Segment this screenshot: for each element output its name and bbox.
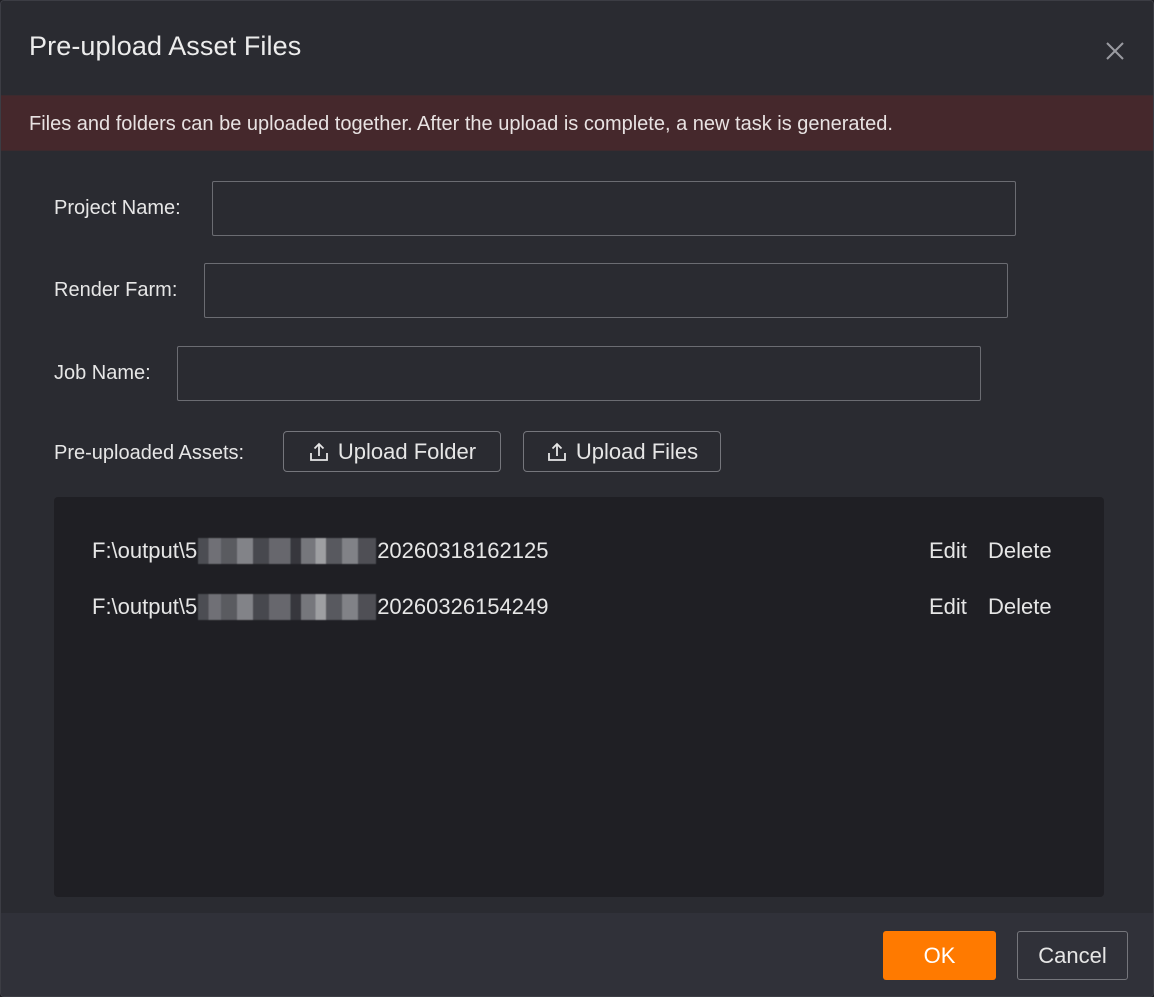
asset-row: F:\output\5 20260318162125 Edit Delete: [54, 538, 1104, 570]
delete-link[interactable]: Delete: [988, 594, 1052, 620]
asset-path: F:\output\5 20260326154249: [92, 594, 548, 620]
render-farm-label: Render Farm:: [54, 279, 178, 301]
render-farm-input[interactable]: [204, 263, 1008, 318]
pre-uploaded-assets-label: Pre-uploaded Assets:: [54, 442, 245, 464]
dialog-title: Pre-upload Asset Files: [29, 31, 302, 61]
upload-folder-button[interactable]: Upload Folder: [283, 431, 501, 472]
pre-upload-dialog: Pre-upload Asset Files Files and folders…: [0, 0, 1154, 997]
asset-row: F:\output\5 20260326154249 Edit Delete: [54, 594, 1104, 626]
info-banner-text: Files and folders can be uploaded togeth…: [29, 113, 893, 135]
edit-link[interactable]: Edit: [929, 538, 967, 564]
asset-path-prefix: F:\output\5: [92, 594, 198, 619]
dialog-header: Pre-upload Asset Files: [1, 1, 1153, 95]
asset-path-suffix: 20260326154249: [377, 594, 549, 619]
asset-path-prefix: F:\output\5: [92, 538, 198, 563]
redacted-segment: [198, 594, 377, 620]
dialog-footer: OK Cancel: [1, 913, 1153, 996]
upload-folder-label: Upload Folder: [337, 438, 477, 464]
asset-path: F:\output\5 20260318162125: [92, 538, 548, 564]
upload-files-button[interactable]: Upload Files: [523, 431, 721, 472]
edit-link[interactable]: Edit: [929, 594, 967, 620]
redacted-segment: [198, 538, 377, 564]
project-name-label: Project Name:: [54, 197, 181, 219]
close-icon[interactable]: [1103, 39, 1127, 63]
cancel-button[interactable]: Cancel: [1017, 931, 1128, 980]
asset-path-suffix: 20260318162125: [377, 538, 549, 563]
job-name-input[interactable]: [177, 346, 981, 401]
upload-icon: [308, 441, 330, 463]
job-name-label: Job Name:: [54, 362, 151, 384]
ok-button[interactable]: OK: [883, 931, 996, 980]
asset-list: F:\output\5 20260318162125 Edit Delete F…: [54, 497, 1104, 897]
info-banner: Files and folders can be uploaded togeth…: [1, 95, 1153, 151]
upload-icon: [546, 441, 568, 463]
upload-files-label: Upload Files: [575, 438, 699, 464]
project-name-input[interactable]: [212, 181, 1016, 236]
delete-link[interactable]: Delete: [988, 538, 1052, 564]
